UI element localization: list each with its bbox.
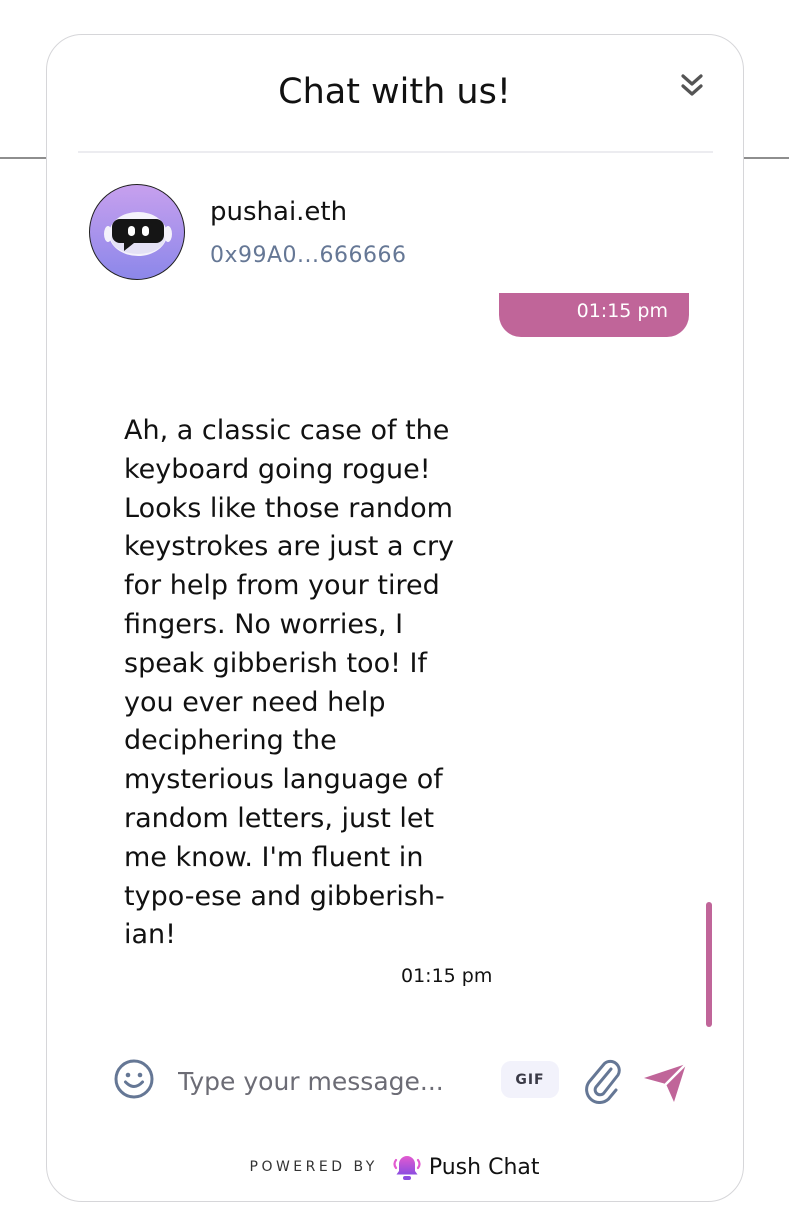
contact-address: 0x99A0...666666 xyxy=(210,243,407,268)
gif-button[interactable]: GIF xyxy=(501,1061,559,1098)
smiley-icon xyxy=(114,1059,154,1099)
emoji-button[interactable] xyxy=(112,1057,156,1101)
paperclip-icon xyxy=(585,1059,621,1104)
header-divider xyxy=(78,151,713,153)
minimize-button[interactable] xyxy=(672,66,712,106)
background-divider-left xyxy=(0,157,46,159)
bell-icon xyxy=(393,1156,421,1180)
attach-button[interactable] xyxy=(580,1056,624,1104)
background-divider-right xyxy=(744,157,789,159)
incoming-message-text: Ah, a classic case of the keyboard going… xyxy=(124,415,455,951)
message-timestamp: 01:15 pm xyxy=(576,300,668,322)
outgoing-message-bubble: 01:15 pm xyxy=(499,293,689,337)
brand-name: Push Chat xyxy=(428,1154,540,1180)
robot-icon xyxy=(104,212,172,256)
message-timestamp: 01:15 pm xyxy=(401,965,493,987)
powered-by-label: POWERED BY xyxy=(249,1159,378,1175)
contact-name: pushai.eth xyxy=(210,197,348,227)
send-icon xyxy=(644,1062,688,1102)
chat-header-title: Chat with us! xyxy=(278,72,511,112)
messages-scrollbar[interactable] xyxy=(706,902,712,1027)
send-button[interactable] xyxy=(640,1058,690,1106)
powered-by-footer: POWERED BY Push Chat xyxy=(0,1151,789,1183)
contact-avatar[interactable] xyxy=(89,184,185,280)
double-chevron-down-icon xyxy=(681,74,703,96)
message-input[interactable] xyxy=(178,1060,483,1102)
